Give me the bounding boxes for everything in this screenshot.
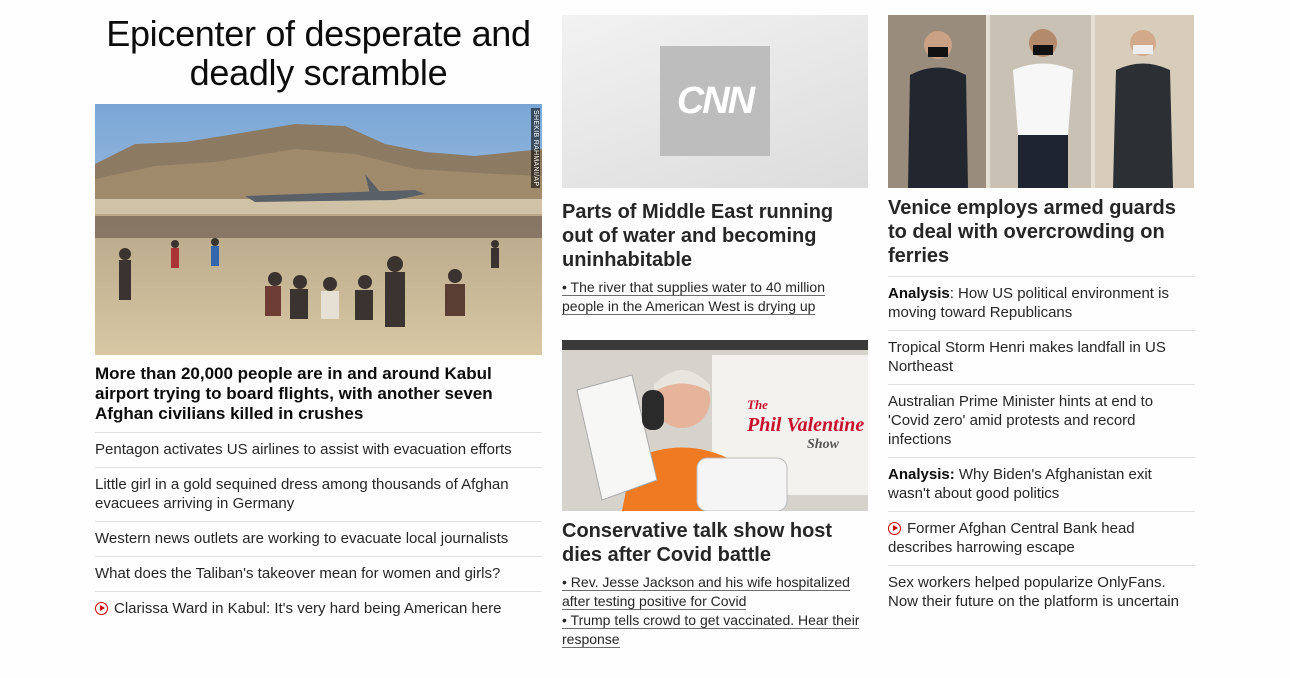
list-item[interactable]: Clarissa Ward in Kabul: It's very hard b… [95,591,542,626]
list-item[interactable]: Analysis: How US political environment i… [888,276,1195,330]
list-item[interactable]: Analysis: Why Biden's Afghanistan exit w… [888,457,1195,511]
middle-column: CNN Parts of Middle East running out of … [562,0,868,649]
middle-east-water-headline[interactable]: Parts of Middle East running out of wate… [562,200,868,272]
story-link[interactable]: Sex workers helped popularize OnlyFans. … [888,574,1179,610]
list-item[interactable]: Western news outlets are working to evac… [95,521,542,556]
talk-show-host-headline[interactable]: Conservative talk show host dies after C… [562,519,868,567]
section-headline[interactable]: Epicenter of desperate and deadly scramb… [95,14,542,92]
banner-show-text: Show [807,437,839,452]
sub-story-link[interactable]: • Trump tells crowd to get vaccinated. H… [562,611,868,649]
story-link[interactable]: Little girl in a gold sequined dress amo… [95,476,509,512]
list-item[interactable]: Former Afghan Central Bank head describe… [888,511,1195,565]
kabul-airport-image [95,104,542,355]
right-stories-list: Analysis: How US political environment i… [888,276,1195,619]
list-item[interactable]: Little girl in a gold sequined dress amo… [95,467,542,521]
right-column: Venice employs armed guards to deal with… [888,0,1195,619]
kabul-airport-photo[interactable]: SHEKIB RAHMANI/AP [95,104,542,355]
related-stories-list: Pentagon activates US airlines to assist… [95,432,542,626]
cnn-placeholder-thumbnail[interactable]: CNN [562,15,868,188]
play-video-icon [888,522,901,535]
top-story-column: Epicenter of desperate and deadly scramb… [95,0,542,626]
story-link[interactable]: Western news outlets are working to evac… [95,530,508,547]
sub-story-link[interactable]: • The river that supplies water to 40 mi… [562,278,868,316]
story-link[interactable]: Tropical Storm Henri makes landfall in U… [888,339,1166,375]
talk-show-host-photo[interactable]: The Phil Valentine Show [562,340,868,511]
show-banner: The Phil Valentine Show [747,395,864,455]
list-item[interactable]: Australian Prime Minister hints at end t… [888,384,1195,457]
story-link[interactable]: Australian Prime Minister hints at end t… [888,393,1153,448]
cnn-logo-text: CNN [676,79,755,122]
list-item[interactable]: What does the Taliban's takeover mean fo… [95,556,542,591]
banner-name-text: Phil Valentine [747,414,865,436]
story-link[interactable]: Former Afghan Central Bank head describe… [888,520,1135,556]
lead-headline[interactable]: More than 20,000 people are in and aroun… [95,364,542,424]
story-link[interactable]: Pentagon activates US airlines to assist… [95,441,512,458]
play-video-icon [95,602,108,615]
venice-guards-image [888,15,1194,188]
list-item[interactable]: Sex workers helped popularize OnlyFans. … [888,565,1195,619]
analysis-label: Analysis: [888,466,955,483]
analysis-label: Analysis [888,285,950,302]
venice-guards-photo[interactable] [888,15,1194,188]
venice-guards-headline[interactable]: Venice employs armed guards to deal with… [888,196,1195,268]
sub-story-link[interactable]: • Rev. Jesse Jackson and his wife hospit… [562,573,868,611]
cnn-logo: CNN [660,46,770,156]
banner-top-text: The [747,397,768,412]
list-item[interactable]: Pentagon activates US airlines to assist… [95,432,542,467]
photo-credit: SHEKIB RAHMANI/AP [531,108,540,189]
story-link[interactable]: Clarissa Ward in Kabul: It's very hard b… [114,600,501,617]
list-item[interactable]: Tropical Storm Henri makes landfall in U… [888,330,1195,384]
story-link[interactable]: What does the Taliban's takeover mean fo… [95,565,500,582]
